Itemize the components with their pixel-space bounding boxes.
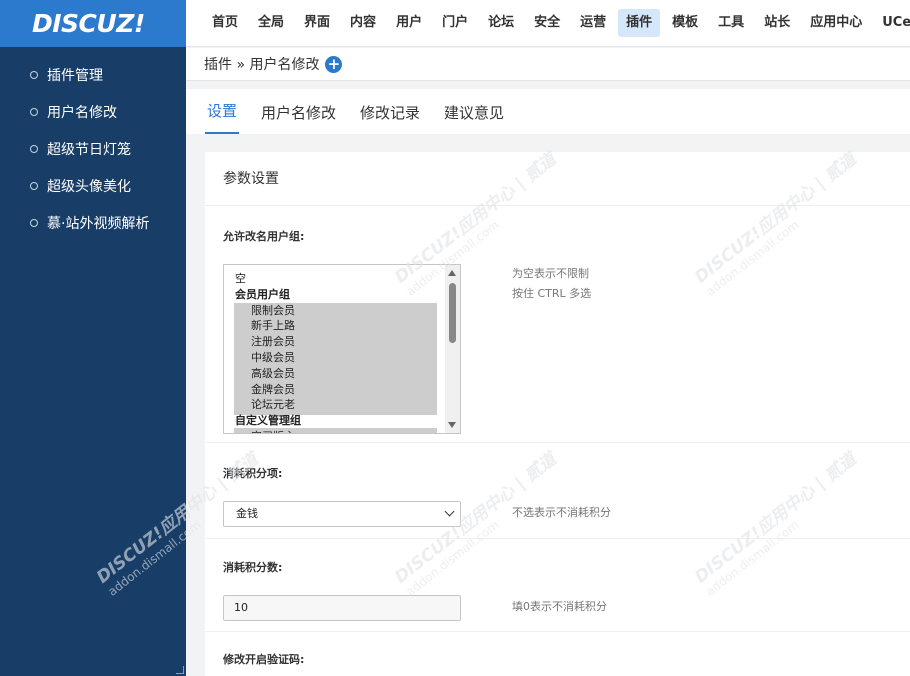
captcha-label: 修改开启验证码: (223, 653, 305, 666)
bullet-icon (30, 218, 38, 227)
sidebar-item-label: 用户名修改 (47, 104, 117, 121)
nav-users[interactable]: 用户 (388, 9, 430, 37)
bullet-icon (30, 70, 38, 79)
divider (205, 631, 910, 632)
nav-global[interactable]: 全局 (250, 9, 292, 37)
nav-app-center[interactable]: 应用中心 (802, 9, 870, 37)
listbox-option[interactable]: 论坛元老 (251, 397, 295, 413)
sidebar-item-avatar[interactable]: 超级头像美化 (0, 167, 186, 204)
credit-item-value: 金钱 (236, 507, 258, 520)
divider (205, 538, 910, 539)
settings-panel: 参数设置 允许改名用户组: 空会员用户组 限制会员 新手上路 注册会员 中级会员 高级会员… (205, 152, 910, 676)
listbox-option[interactable]: 高级会员 (251, 366, 295, 382)
tab-feedback[interactable]: 建议意见 (442, 102, 506, 134)
scroll-up-icon[interactable] (448, 270, 456, 276)
sidebar-item-rename[interactable]: 用户名修改 (0, 93, 186, 130)
tab-rename[interactable]: 用户名修改 (259, 102, 338, 134)
nav-home[interactable]: 首页 (204, 9, 246, 37)
nav-forum[interactable]: 论坛 (480, 9, 522, 37)
top-nav: 首页 全局 界面 内容 用户 门户 论坛 安全 运营 插件 模板 工具 站长 应… (186, 0, 910, 47)
nav-webmaster[interactable]: 站长 (756, 9, 798, 37)
usergroups-hint-ctrl: 按住 CTRL 多选 (512, 287, 592, 300)
bullet-icon (30, 107, 38, 116)
breadcrumb-text: 插件 » 用户名修改 (204, 57, 320, 73)
logo-text: DISCUZ! (32, 9, 145, 38)
credit-item-label: 消耗积分项: (223, 467, 283, 480)
credit-amount-input[interactable]: 10 (223, 595, 461, 621)
tab-history[interactable]: 修改记录 (358, 102, 422, 134)
listbox-option[interactable]: 新手上路 (251, 318, 295, 334)
usergroups-hint-empty: 为空表示不限制 (512, 267, 589, 280)
breadcrumb: 插件 » 用户名修改 + (186, 48, 910, 81)
sidebar-item-label: 超级节日灯笼 (47, 141, 131, 158)
nav-templates[interactable]: 模板 (664, 9, 706, 37)
sidebar-item-label: 慕·站外视频解析 (47, 215, 150, 232)
credit-amount-label: 消耗积分数: (223, 561, 283, 574)
nav-security[interactable]: 安全 (526, 9, 568, 37)
listbox-option[interactable]: 中级会员 (251, 350, 295, 366)
listbox-option[interactable]: 限制会员 (251, 303, 295, 319)
nav-ucenter[interactable]: UCenter (874, 9, 910, 37)
usergroups-listbox[interactable]: 空会员用户组 限制会员 新手上路 注册会员 中级会员 高级会员 金牌会员 论坛元老 自定义管理组… (223, 264, 461, 434)
scroll-down-icon[interactable] (448, 422, 456, 428)
nav-content[interactable]: 内容 (342, 9, 384, 37)
discuz-logo[interactable]: DISCUZ! (0, 0, 186, 47)
listbox-option[interactable]: 实习版主 (251, 429, 295, 433)
sidebar-item-label: 超级头像美化 (47, 178, 131, 195)
sidebar-item-video[interactable]: 慕·站外视频解析 (0, 204, 186, 241)
bullet-icon (30, 181, 38, 190)
bullet-icon (30, 144, 38, 153)
add-icon[interactable]: + (325, 55, 343, 73)
listbox-option[interactable]: 注册会员 (251, 334, 295, 350)
nav-plugins[interactable]: 插件 (618, 9, 661, 37)
credit-amount-value: 10 (234, 601, 248, 614)
nav-interface[interactable]: 界面 (296, 9, 338, 37)
divider (205, 442, 910, 443)
usergroups-label: 允许改名用户组: (223, 230, 305, 243)
credit-amount-hint: 填0表示不消耗积分 (512, 600, 607, 613)
nav-operations[interactable]: 运营 (572, 9, 614, 37)
resize-grip-icon[interactable] (176, 666, 184, 674)
tab-settings[interactable]: 设置 (205, 100, 240, 134)
tab-bar: 设置 用户名修改 修改记录 建议意见 (186, 89, 910, 134)
listbox-option[interactable]: 金牌会员 (251, 382, 295, 398)
nav-portal[interactable]: 门户 (434, 9, 476, 37)
credit-item-hint: 不选表示不消耗积分 (512, 506, 611, 519)
listbox-option[interactable]: 空 (235, 271, 246, 287)
sidebar: 插件管理 用户名修改 超级节日灯笼 超级头像美化 慕·站外视频解析 (0, 47, 186, 676)
listbox-option[interactable]: 会员用户组 (235, 287, 290, 303)
sidebar-item-label: 插件管理 (47, 67, 103, 84)
chevron-down-icon (444, 506, 455, 517)
credit-item-select[interactable]: 金钱 (223, 501, 461, 527)
scroll-thumb[interactable] (449, 283, 456, 343)
panel-title: 参数设置 (205, 152, 910, 206)
sidebar-item-plugin-manage[interactable]: 插件管理 (0, 56, 186, 93)
listbox-option[interactable]: 自定义管理组 (235, 413, 301, 429)
listbox-scrollbar[interactable] (445, 265, 460, 433)
sidebar-item-lantern[interactable]: 超级节日灯笼 (0, 130, 186, 167)
nav-tools[interactable]: 工具 (710, 9, 752, 37)
